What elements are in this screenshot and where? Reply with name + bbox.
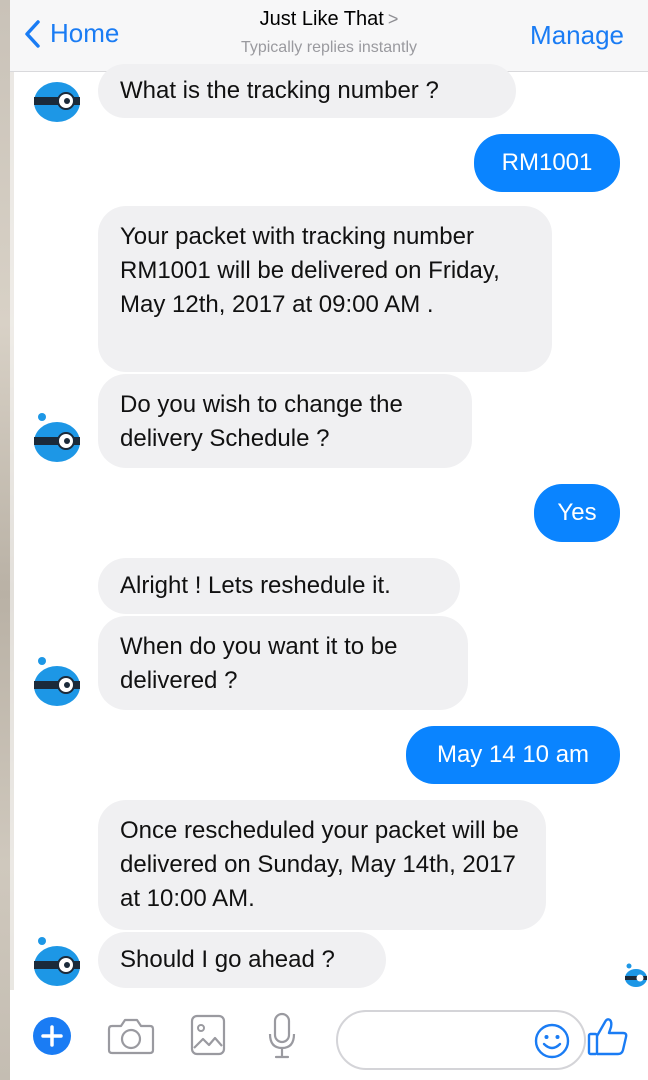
message-input[interactable] [358, 1024, 528, 1056]
plus-icon[interactable] [32, 1016, 72, 1056]
emoji-icon[interactable] [534, 1023, 570, 1059]
message-bubble-bot[interactable]: Once rescheduled your packet will be del… [98, 800, 546, 930]
background-edge [0, 0, 14, 1080]
message-text: What is the tracking number ? [120, 77, 439, 104]
title-text: Just Like That [259, 8, 384, 30]
image-icon[interactable] [188, 1012, 228, 1058]
message-bubble-bot[interactable]: What is the tracking number ? [98, 64, 516, 118]
message-bubble-user[interactable]: May 14 10 am [406, 726, 620, 784]
message-text: Do you wish to change the delivery Sched… [120, 391, 403, 452]
seen-indicator-icon [625, 963, 647, 987]
message-bubble-bot[interactable]: Your packet with tracking number RM1001 … [98, 206, 552, 372]
message-text: Alright ! Lets reshedule it. [120, 572, 391, 599]
bot-avatar-icon[interactable] [30, 70, 84, 124]
title-chevron-icon: > [387, 9, 399, 29]
message-bubble-user[interactable]: Yes [534, 484, 620, 542]
message-composer [10, 990, 648, 1080]
message-text: When do you want it to be delivered ? [120, 633, 398, 694]
bot-avatar-icon[interactable] [30, 410, 84, 464]
bot-avatar-icon[interactable] [30, 934, 84, 988]
thumbs-up-icon[interactable] [586, 1016, 630, 1058]
conversation-header: Home Just Like That > Typically replies i… [10, 0, 648, 72]
message-bubble-bot[interactable]: Should I go ahead ? [98, 932, 386, 988]
message-bubble-bot[interactable]: Alright ! Lets reshedule it. [98, 558, 460, 614]
message-text: Should I go ahead ? [120, 946, 335, 973]
manage-button[interactable]: Manage [530, 20, 624, 51]
microphone-icon[interactable] [266, 1010, 298, 1062]
message-text: Yes [557, 499, 597, 526]
message-bubble-bot[interactable]: Do you wish to change the delivery Sched… [98, 374, 472, 468]
message-text: Once rescheduled your packet will be del… [120, 817, 519, 912]
bot-avatar-icon[interactable] [30, 654, 84, 708]
message-text: May 14 10 am [436, 741, 590, 768]
message-text: Your packet with tracking number RM1001 … [120, 223, 500, 318]
message-input-container[interactable] [336, 1010, 586, 1070]
message-text: RM1001 [501, 149, 593, 176]
camera-icon[interactable] [106, 1014, 156, 1056]
message-bubble-user[interactable]: RM1001 [474, 134, 620, 192]
message-bubble-bot[interactable]: When do you want it to be delivered ? [98, 616, 468, 710]
